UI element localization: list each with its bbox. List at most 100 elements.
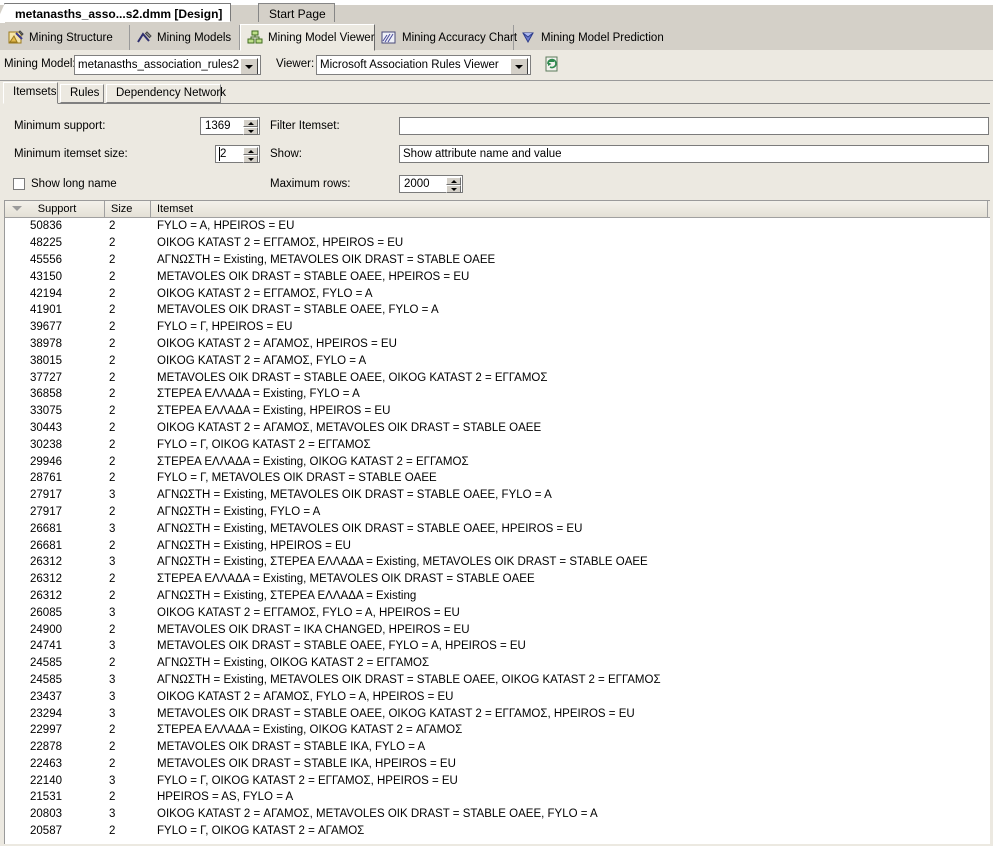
table-row[interactable]: 22463 2 METAVOLES OIK DRAST = STABLE IKA, … <box>5 756 990 773</box>
minimum-support-spin-down-icon[interactable] <box>243 127 258 135</box>
cell-size: 2 <box>109 405 116 418</box>
cell-support: 24585 <box>30 657 62 670</box>
table-row[interactable]: 22878 2 METAVOLES OIK DRAST = STABLE IKA, … <box>5 739 990 756</box>
table-row[interactable]: 36858 2 ΣΤΕΡΕΑ ΕΛΛΑΔΑ = Existing, FYLO = A <box>5 386 990 403</box>
table-row[interactable]: 20587 2 FYLO = Γ, OIKOG KATAST 2 = ΑΓΑΜΟΣ <box>5 823 990 840</box>
cell-support: 26085 <box>30 606 62 619</box>
table-row[interactable]: 26312 3 ΑΓΝΩΣΤΗ = Existing, ΣΤΕΡΕΑ ΕΛΛΑΔΑ … <box>5 554 990 571</box>
show-long-name-checkbox[interactable]: Show long name <box>13 178 117 190</box>
maximum-rows-stepper[interactable]: 2000 <box>399 175 463 193</box>
document-tab-start-page[interactable]: Start Page <box>258 3 335 22</box>
table-row[interactable]: 27917 3 ΑΓΝΩΣΤΗ = Existing, METAVOLES OIK … <box>5 487 990 504</box>
table-row[interactable]: 26312 2 ΣΤΕΡΕΑ ΕΛΛΑΔΑ = Existing, METAVOLE… <box>5 571 990 588</box>
cell-itemset: METAVOLES OIK DRAST = STABLE IKA, FYLO =… <box>157 741 426 754</box>
cell-support: 38978 <box>30 337 62 350</box>
column-header-support[interactable]: Support <box>5 201 105 217</box>
cell-itemset: FYLO = Γ, HPEIROS = EU <box>157 321 293 334</box>
table-row[interactable]: 26085 3 OIKOG KATAST 2 = ΕΓΓΑΜΟΣ, FYLO = A… <box>5 604 990 621</box>
tab-mining-model-prediction[interactable]: Mining Model Prediction <box>514 25 666 50</box>
minimum-support-spin-buttons[interactable] <box>243 119 258 135</box>
show-combobox[interactable]: Show attribute name and value <box>399 145 989 163</box>
column-header-size[interactable]: Size <box>105 201 151 217</box>
mining-model-combobox[interactable]: metanasths_association_rules2 <box>74 55 261 75</box>
tab-mining-structure[interactable]: Mining Structure <box>2 25 130 50</box>
cell-size: 2 <box>109 724 116 737</box>
cell-size: 2 <box>109 472 116 485</box>
table-row[interactable]: 24585 3 ΑΓΝΩΣΤΗ = Existing, METAVOLES OIK … <box>5 672 990 689</box>
maximum-rows-spin-buttons[interactable] <box>446 177 461 193</box>
tab-itemsets[interactable]: Itemsets <box>3 82 58 104</box>
table-row[interactable]: 24585 2 ΑΓΝΩΣΤΗ = Existing, OIKOG KATAST 2… <box>5 655 990 672</box>
minimum-support-spin-up-icon[interactable] <box>243 119 258 127</box>
minimum-itemset-size-stepper[interactable]: 2 <box>215 145 260 163</box>
table-row[interactable]: 26681 2 ΑΓΝΩΣΤΗ = Existing, HPEIROS = EU <box>5 537 990 554</box>
table-row[interactable]: 38015 2 OIKOG KATAST 2 = ΑΓΑΜΟΣ, FYLO = A <box>5 352 990 369</box>
filter-itemset-input[interactable] <box>399 117 989 135</box>
mining-model-label: Mining Model: <box>4 58 76 70</box>
table-row[interactable]: 27917 2 ΑΓΝΩΣΤΗ = Existing, FYLO = A <box>5 504 990 521</box>
cell-support: 26312 <box>30 556 62 569</box>
table-row[interactable]: 21531 2 HPEIROS = AS, FYLO = A <box>5 789 990 806</box>
table-row[interactable]: 33075 2 ΣΤΕΡΕΑ ΕΛΛΑΔΑ = Existing, HPEIROS … <box>5 403 990 420</box>
table-row[interactable]: 23437 3 OIKOG KATAST 2 = ΑΓΑΜΟΣ, FYLO = A,… <box>5 688 990 705</box>
refresh-button[interactable] <box>543 55 562 74</box>
table-row[interactable]: 26312 2 ΑΓΝΩΣΤΗ = Existing, ΣΤΕΡΕΑ ΕΛΛΑΔΑ … <box>5 588 990 605</box>
cell-size: 2 <box>109 438 116 451</box>
table-row[interactable]: 24900 2 METAVOLES OIK DRAST = IKA CHANGED,… <box>5 621 990 638</box>
table-row[interactable]: 45556 2 ΑΓΝΩΣΤΗ = Existing, METAVOLES OIK … <box>5 252 990 269</box>
cell-itemset: ΑΓΝΩΣΤΗ = Existing, ΣΤΕΡΕΑ ΕΛΛΑΔΑ = Exis… <box>157 589 417 602</box>
table-row[interactable]: 24741 3 METAVOLES OIK DRAST = STABLE OAEE,… <box>5 638 990 655</box>
cell-itemset: OIKOG KATAST 2 = ΑΓΑΜΟΣ, HPEIROS = EU <box>157 337 397 350</box>
tab-dependency-network-label: Dependency Network <box>116 87 226 99</box>
table-row[interactable]: 30443 2 OIKOG KATAST 2 = ΑΓΑΜΟΣ, METAVOLES… <box>5 420 990 437</box>
maximum-rows-spin-up-icon[interactable] <box>446 177 461 185</box>
column-header-itemset[interactable]: Itemset <box>151 201 988 217</box>
mining-model-viewer-icon <box>247 30 263 45</box>
cell-size: 2 <box>109 505 116 518</box>
tab-mining-accuracy-chart[interactable]: Mining Accuracy Chart <box>375 25 517 50</box>
mining-model-chevron-down-icon[interactable] <box>240 58 258 74</box>
minimum-itemset-size-spin-up-icon[interactable] <box>243 147 258 155</box>
tab-rules[interactable]: Rules <box>60 84 104 103</box>
table-row[interactable]: 26681 3 ΑΓΝΩΣΤΗ = Existing, METAVOLES OIK … <box>5 520 990 537</box>
table-row[interactable]: 43150 2 METAVOLES OIK DRAST = STABLE OAEE,… <box>5 268 990 285</box>
show-long-name-checkbox-box[interactable] <box>13 178 25 190</box>
document-tab-design[interactable]: metanasths_asso...s2.dmm [Design] <box>0 3 232 23</box>
minimum-itemset-size-spin-buttons[interactable] <box>243 147 258 163</box>
table-row[interactable]: 37727 2 METAVOLES OIK DRAST = STABLE OAEE,… <box>5 369 990 386</box>
tab-mining-model-viewer-label: Mining Model Viewer <box>268 31 375 44</box>
tab-mining-structure-label: Mining Structure <box>29 31 113 44</box>
table-row[interactable]: 29946 2 ΣΤΕΡΕΑ ΕΛΛΑΔΑ = Existing, OIKOG KA… <box>5 453 990 470</box>
tab-mining-models[interactable]: Mining Models <box>130 25 240 50</box>
viewer-combobox[interactable]: Microsoft Association Rules Viewer <box>316 55 531 75</box>
cell-support: 50836 <box>30 220 62 233</box>
cell-size: 3 <box>109 556 116 569</box>
tab-dependency-network[interactable]: Dependency Network <box>106 84 226 103</box>
table-row[interactable]: 28761 2 FYLO = Γ, METAVOLES OIK DRAST = ST… <box>5 470 990 487</box>
cell-support: 28761 <box>30 472 62 485</box>
table-row[interactable]: 22140 3 FYLO = Γ, OIKOG KATAST 2 = ΕΓΓΑΜΟΣ… <box>5 772 990 789</box>
cell-support: 41901 <box>30 304 62 317</box>
minimum-support-stepper[interactable]: 1369 <box>200 117 260 135</box>
viewer-chevron-down-icon[interactable] <box>510 58 528 74</box>
table-row[interactable]: 23294 3 METAVOLES OIK DRAST = STABLE OAEE,… <box>5 705 990 722</box>
table-row[interactable]: 42194 2 OIKOG KATAST 2 = ΕΓΓΑΜΟΣ, FYLO = A <box>5 285 990 302</box>
minimum-itemset-size-spin-down-icon[interactable] <box>243 155 258 163</box>
maximum-rows-spin-down-icon[interactable] <box>446 185 461 193</box>
table-row[interactable]: 41901 2 METAVOLES OIK DRAST = STABLE OAEE,… <box>5 302 990 319</box>
table-row[interactable]: 50836 2 FYLO = A, HPEIROS = EU <box>5 218 990 235</box>
cell-size: 3 <box>109 489 116 502</box>
table-row[interactable]: 20803 3 OIKOG KATAST 2 = ΑΓΑΜΟΣ, METAVOLES… <box>5 806 990 823</box>
table-row[interactable]: 38978 2 OIKOG KATAST 2 = ΑΓΑΜΟΣ, HPEIROS =… <box>5 336 990 353</box>
table-row[interactable]: 22997 2 ΣΤΕΡΕΑ ΕΛΛΑΔΑ = Existing, OIKOG KA… <box>5 722 990 739</box>
tab-mining-model-viewer[interactable]: Mining Model Viewer <box>240 24 375 51</box>
table-row[interactable]: 39677 2 FYLO = Γ, HPEIROS = EU <box>5 319 990 336</box>
cell-support: 48225 <box>30 237 62 250</box>
table-row[interactable]: 48225 2 OIKOG KATAST 2 = ΕΓΓΑΜΟΣ, HPEIROS … <box>5 235 990 252</box>
cell-support: 21531 <box>30 791 62 804</box>
itemsets-grid[interactable]: Support Size Itemset 50836 2 FYLO = A, HPE… <box>4 200 990 844</box>
cell-size: 2 <box>109 371 116 384</box>
table-row[interactable]: 30238 2 FYLO = Γ, OIKOG KATAST 2 = ΕΓΓΑΜΟΣ <box>5 436 990 453</box>
refresh-icon <box>545 56 558 72</box>
cell-support: 37727 <box>30 371 62 384</box>
